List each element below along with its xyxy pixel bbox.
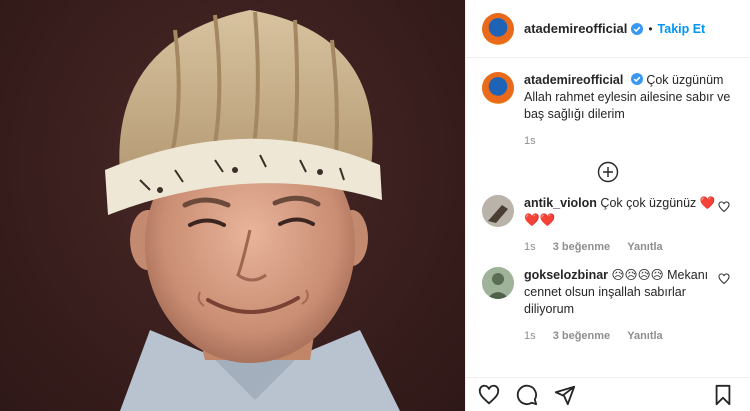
heart-icon[interactable]	[718, 273, 730, 285]
load-more[interactable]	[482, 161, 734, 183]
caption-username[interactable]: atademireofficial	[524, 73, 623, 87]
caption-time[interactable]: 1s	[524, 135, 536, 147]
comment-text-block: antik_violon Çok çok üzgünüz ❤️ ❤️❤️	[524, 195, 718, 229]
comment-meta: 1s 3 beğenme Yanıtla	[524, 330, 734, 342]
avatar[interactable]	[482, 72, 514, 104]
comment-time[interactable]: 1s	[524, 241, 536, 253]
comment-username[interactable]: gokselozbinar	[524, 268, 608, 282]
list-item: antik_violon Çok çok üzgünüz ❤️ ❤️❤️	[482, 195, 734, 229]
caption-text-block: atademireofficial Çok üzgünüm Allah rahm…	[524, 72, 734, 123]
man-portrait-illustration	[105, 10, 400, 411]
list-item: gokselozbinar 😥😥😥😥 Mekanı cennet olsun i…	[482, 267, 734, 318]
caption-meta: 1s	[524, 135, 734, 147]
caption: atademireofficial Çok üzgünüm Allah rahm…	[482, 72, 734, 123]
action-bar	[466, 377, 750, 411]
avatar[interactable]	[482, 195, 514, 227]
avatar[interactable]	[482, 267, 514, 299]
comment-username[interactable]: antik_violon	[524, 196, 597, 210]
comment-likes[interactable]: 3 beğenme	[553, 330, 610, 342]
avatar[interactable]	[482, 12, 514, 45]
comment-likes[interactable]: 3 beğenme	[553, 241, 610, 253]
post-photo[interactable]	[0, 0, 465, 411]
heart-icon[interactable]	[718, 201, 730, 213]
plus-circle-icon[interactable]	[597, 161, 619, 183]
commenter-photo	[482, 195, 514, 227]
post-header: atademireofficial • Takip Et	[466, 0, 750, 58]
post-sidebar: atademireofficial • Takip Et atademireof…	[465, 0, 750, 411]
bookmark-icon[interactable]	[712, 384, 734, 406]
verified-icon	[631, 22, 644, 35]
comment-meta: 1s 3 beğenme Yanıtla	[524, 241, 734, 253]
instagram-post-modal: atademireofficial • Takip Et atademireof…	[0, 0, 750, 411]
comment-text-block: gokselozbinar 😥😥😥😥 Mekanı cennet olsun i…	[524, 267, 718, 318]
follow-button[interactable]: Takip Et	[658, 22, 706, 36]
verified-icon	[630, 73, 643, 85]
reply-button[interactable]: Yanıtla	[627, 330, 662, 342]
header-username[interactable]: atademireofficial	[524, 21, 627, 36]
comment-time[interactable]: 1s	[524, 330, 536, 342]
reply-button[interactable]: Yanıtla	[627, 241, 662, 253]
share-icon[interactable]	[554, 384, 576, 406]
commenter-photo	[482, 267, 514, 299]
comment-icon[interactable]	[516, 384, 538, 406]
heart-icon[interactable]	[478, 384, 500, 406]
separator-dot: •	[648, 21, 653, 36]
comments-section: atademireofficial Çok üzgünüm Allah rahm…	[466, 58, 750, 342]
